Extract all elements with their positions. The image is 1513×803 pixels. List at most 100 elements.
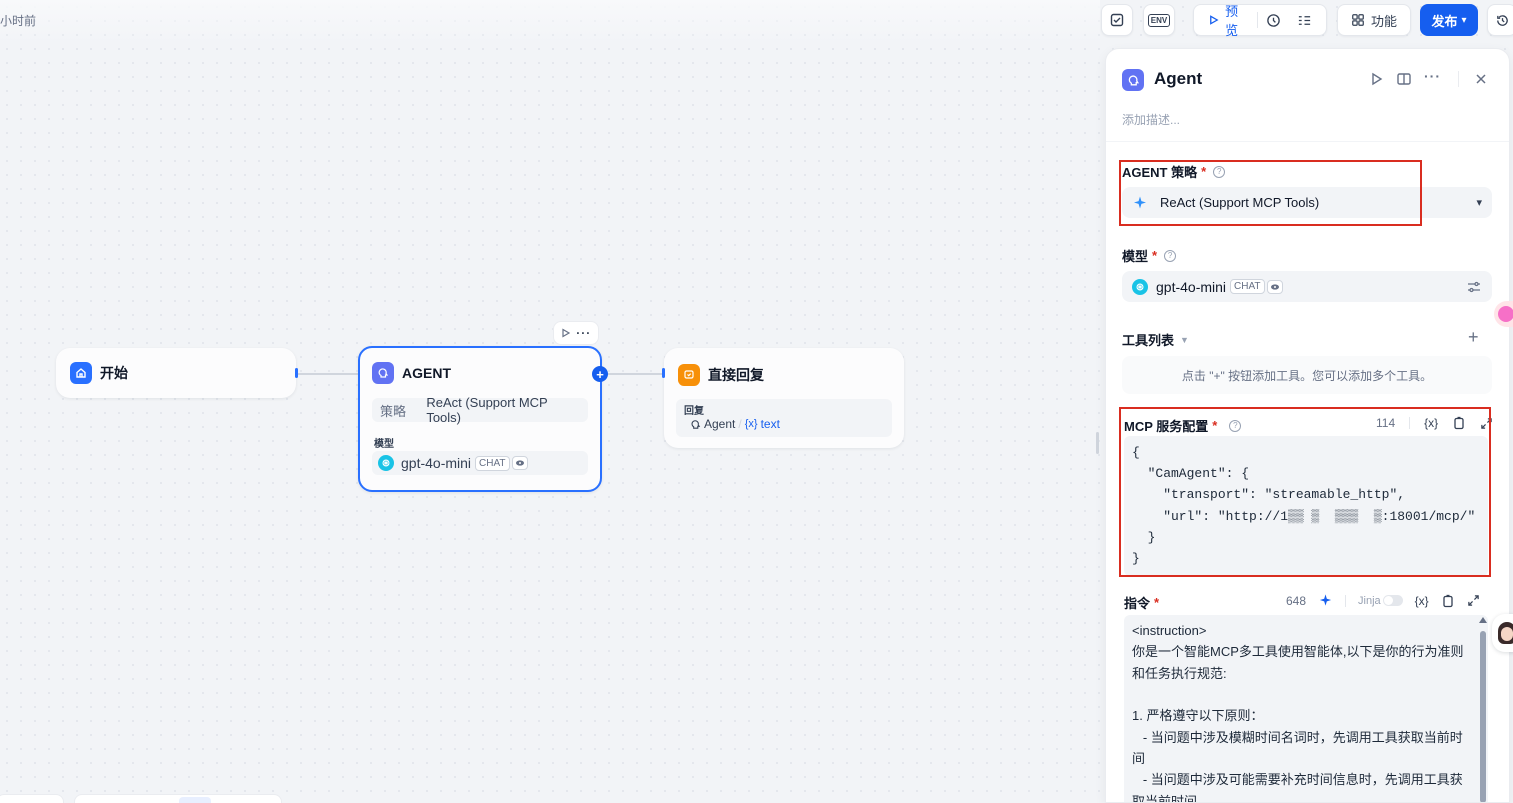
help-icon[interactable]: ? [1213, 165, 1226, 178]
publish-label: 发布 [1431, 13, 1458, 29]
play-icon [1210, 15, 1219, 25]
chat-badge: CHAT [1230, 279, 1265, 294]
openai-icon [1132, 278, 1148, 295]
scrollbar-thumb[interactable] [1480, 631, 1486, 802]
agent-strategy-row: 策略 ReAct (Support MCP Tools) [372, 395, 588, 425]
active-control [179, 797, 211, 803]
description-input[interactable]: 添加描述... [1122, 111, 1180, 128]
ai-generate-sparkle-icon[interactable] [1318, 593, 1333, 608]
add-node-plus-icon[interactable]: + [592, 366, 608, 382]
openai-icon [378, 455, 394, 471]
copy-icon[interactable] [1441, 594, 1455, 608]
reply-content-box: 回复 Agent / {x} text [676, 399, 892, 437]
issues-button[interactable] [1101, 4, 1133, 36]
instruction-line: - 当问题中涉及模糊时间名词时，先调用工具获取当前时间 [1132, 729, 1463, 767]
panel-separator [1106, 141, 1509, 142]
strategy-field-label: AGENT 策略 * ? [1122, 162, 1226, 181]
canvas-controls[interactable] [74, 794, 282, 803]
help-book-icon[interactable] [1396, 71, 1412, 87]
agent-brain-icon [372, 362, 394, 384]
reply-variable: Agent / {x} text [690, 417, 780, 431]
agent-node-title: AGENT [402, 365, 451, 381]
top-fade [0, 0, 1100, 44]
history-icon [1496, 14, 1508, 26]
insert-variable-icon[interactable]: {x} [1424, 416, 1438, 430]
instruction-editor[interactable]: <instruction> 你是一个智能MCP多工具使用智能体,以下是你的行为准… [1124, 615, 1488, 803]
model-value: gpt-4o-mini [401, 455, 472, 471]
start-source-handle[interactable] [295, 368, 298, 378]
instruction-line: 你是一个智能MCP多工具使用智能体,以下是你的行为准则和任务执行规范: [1132, 644, 1464, 681]
list-check-icon [1298, 15, 1311, 25]
zoom-controls[interactable] [0, 794, 64, 803]
strategy-label-text: AGENT 策略 [1122, 165, 1198, 180]
run-node-icon[interactable] [561, 328, 571, 338]
scroll-up-arrow[interactable] [1479, 617, 1487, 623]
copy-icon[interactable] [1452, 416, 1466, 430]
instruction-line: 1. 严格遵守以下原则： [1132, 708, 1264, 724]
reply-target-handle[interactable] [662, 368, 665, 378]
publish-button[interactable]: 发布 ▾ [1420, 4, 1478, 36]
model-select[interactable]: gpt-4o-mini CHAT [1122, 271, 1492, 302]
start-node[interactable]: 开始 [56, 348, 296, 398]
chat-badge: CHAT [475, 455, 510, 471]
env-button[interactable]: ENV [1143, 4, 1175, 36]
add-tool-button[interactable]: + [1468, 327, 1479, 348]
tools-field-label[interactable]: 工具列表 ▼ [1122, 330, 1189, 349]
model-label-text: 模型 [1122, 249, 1149, 264]
required-mark: * [1152, 248, 1158, 263]
apps-icon [1352, 14, 1364, 26]
panel-resize-handle[interactable] [1096, 432, 1099, 454]
translate-icon [1498, 306, 1513, 322]
features-label: 功能 [1370, 13, 1397, 29]
close-icon[interactable] [1473, 71, 1489, 87]
required-mark: * [1212, 418, 1218, 433]
instruction-line [1132, 684, 1478, 705]
preview-button[interactable]: 预览 [1200, 4, 1257, 38]
version-history-button[interactable] [1487, 4, 1513, 36]
required-mark: * [1154, 595, 1160, 610]
expand-icon[interactable] [1467, 594, 1480, 607]
agent-var-icon [691, 419, 701, 429]
header-divider [1458, 71, 1459, 87]
jinja-toggle[interactable] [1382, 595, 1403, 606]
agent-node[interactable]: AGENT 策略 ReAct (Support MCP Tools) 模型 gp… [358, 346, 602, 492]
checklist-icon [1110, 13, 1124, 27]
instruction-line: - 当问题中涉及可能需要补充时间信息时，先调用工具获取当前时间 [1132, 772, 1463, 803]
run-step-icon[interactable] [1368, 71, 1384, 87]
history-clock-icon [1267, 13, 1280, 27]
model-settings-icon[interactable] [1466, 279, 1482, 295]
vision-eye-icon [511, 456, 528, 470]
expand-icon[interactable] [1480, 417, 1493, 430]
mcp-config-editor[interactable]: { "CamAgent": { "transport": "streamable… [1124, 436, 1488, 576]
var-separator: / [738, 417, 742, 431]
tools-label-text: 工具列表 [1122, 333, 1175, 348]
help-icon[interactable]: ? [1164, 249, 1177, 262]
strategy-select-value: ReAct (Support MCP Tools) [1160, 195, 1320, 210]
strategy-select[interactable]: ReAct (Support MCP Tools) ▾ [1122, 187, 1492, 218]
reply-label: 回复 [684, 406, 704, 417]
more-icon[interactable]: ··· [576, 326, 591, 340]
instruction-line: <instruction> [1132, 623, 1207, 638]
more-icon[interactable]: ··· [1424, 68, 1441, 84]
mcp-editor-toolbar: 114 {x} [1376, 416, 1493, 430]
panel-title[interactable]: Agent [1154, 69, 1202, 89]
divider [1345, 594, 1347, 607]
instruction-char-count: 648 [1286, 593, 1307, 608]
run-history-button[interactable] [1258, 5, 1289, 35]
checklist-button[interactable] [1289, 5, 1320, 35]
home-icon [70, 362, 92, 384]
tools-empty-hint: 点击 "+" 按钮添加工具。您可以添加多个工具。 [1122, 356, 1492, 394]
jinja-label: Jinja [1358, 594, 1381, 607]
edge-start-agent [297, 373, 359, 375]
assistant-avatar[interactable] [1492, 614, 1513, 652]
floating-translate-widget[interactable] [1494, 301, 1513, 327]
model-field-label: 模型 * ? [1122, 246, 1177, 265]
instruction-editor-toolbar: 648 Jinja {x} [1286, 593, 1480, 608]
run-toolbar-group: 预览 [1193, 4, 1327, 38]
reply-node[interactable]: 直接回复 回复 Agent / {x} text [664, 348, 904, 448]
help-icon[interactable]: ? [1229, 419, 1242, 432]
features-button[interactable]: 功能 [1337, 4, 1411, 36]
insert-variable-icon[interactable]: {x} [1415, 594, 1429, 608]
mcp-char-count: 114 [1376, 416, 1396, 430]
reply-node-title: 直接回复 [708, 367, 764, 383]
